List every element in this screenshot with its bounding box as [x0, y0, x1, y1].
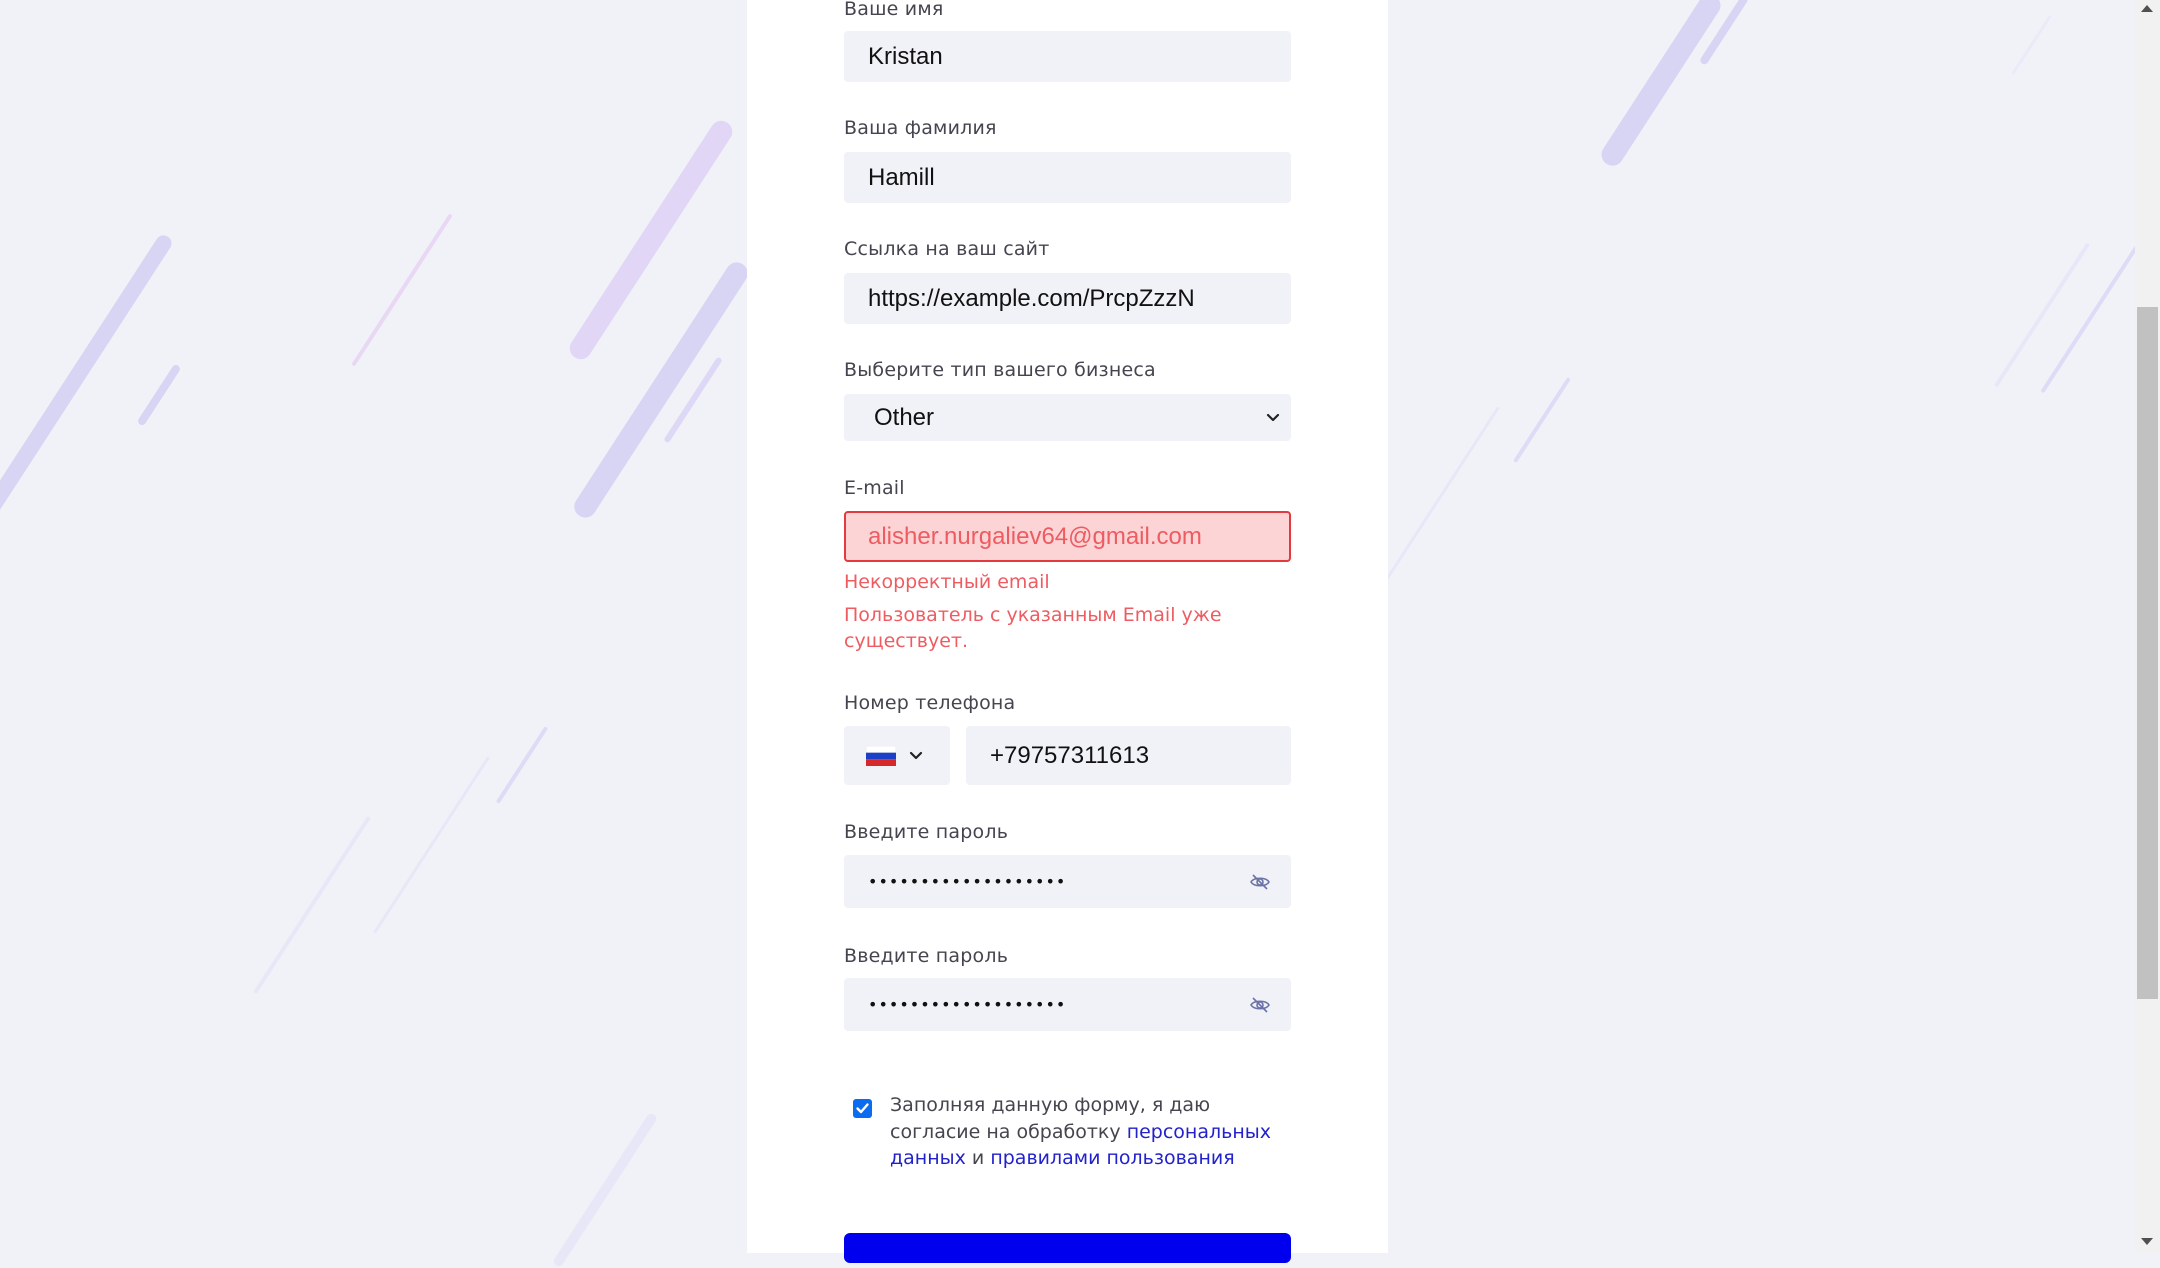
personal-data-link-part1[interactable]: персональных: [1127, 1121, 1271, 1143]
website-label: Ссылка на ваш сайт: [844, 238, 1050, 260]
consent-and: и: [965, 1147, 991, 1169]
last-name-label: Ваша фамилия: [844, 117, 997, 139]
scrollbar-thumb[interactable]: [2137, 307, 2158, 999]
password-value: •••••••••••••••••••: [868, 872, 1067, 891]
submit-button[interactable]: [844, 1233, 1291, 1263]
eye-off-icon[interactable]: [1249, 871, 1271, 893]
password-confirm-value: •••••••••••••••••••: [868, 995, 1067, 1014]
business-type-select[interactable]: Other: [844, 394, 1291, 441]
registration-form-card: Ваше имя Kristan Ваша фамилия Hamill Ссы…: [747, 0, 1388, 1263]
email-exists-error-line2: существует.: [844, 630, 969, 652]
last-name-input[interactable]: Hamill: [844, 152, 1291, 203]
chevron-down-icon: [909, 751, 923, 759]
consent-text-line2: согласие на обработку: [890, 1120, 1127, 1143]
phone-input[interactable]: +79757311613: [966, 726, 1291, 785]
business-type-value: Other: [874, 403, 935, 431]
terms-of-use-link[interactable]: правилами пользования: [990, 1147, 1234, 1169]
email-exists-error-line1: Пользователь с указанным Email уже: [844, 604, 1222, 626]
first-name-label: Ваше имя: [844, 0, 944, 20]
password-confirm-input[interactable]: •••••••••••••••••••: [844, 978, 1291, 1031]
checkmark-icon: [856, 1103, 869, 1114]
russia-flag-icon: [866, 745, 896, 766]
scroll-up-icon[interactable]: [2141, 5, 2153, 12]
consent-text-line1: Заполняя данную форму, я даю: [890, 1094, 1211, 1116]
phone-label: Номер телефона: [844, 692, 1016, 714]
business-type-label: Выберите тип вашего бизнеса: [844, 359, 1156, 381]
eye-off-icon[interactable]: [1249, 994, 1271, 1016]
chevron-down-icon: [1266, 413, 1280, 421]
country-code-select[interactable]: [844, 726, 950, 785]
first-name-input[interactable]: Kristan: [844, 31, 1291, 82]
website-input[interactable]: https://example.com/PrcpZzzN: [844, 273, 1291, 324]
password-confirm-label: Введите пароль: [844, 945, 1009, 967]
email-label: E-mail: [844, 477, 905, 499]
consent-checkbox[interactable]: [853, 1099, 872, 1118]
password-label: Введите пароль: [844, 821, 1009, 843]
consent-text: Заполняя данную форму, я даю согласие на…: [890, 1092, 1290, 1172]
password-input[interactable]: •••••••••••••••••••: [844, 855, 1291, 908]
scroll-down-icon[interactable]: [2141, 1238, 2153, 1245]
email-invalid-error: Некорректный email: [844, 571, 1050, 593]
email-input[interactable]: alisher.nurgaliev64@gmail.com: [844, 511, 1291, 562]
personal-data-link-part2[interactable]: данных: [890, 1147, 966, 1169]
